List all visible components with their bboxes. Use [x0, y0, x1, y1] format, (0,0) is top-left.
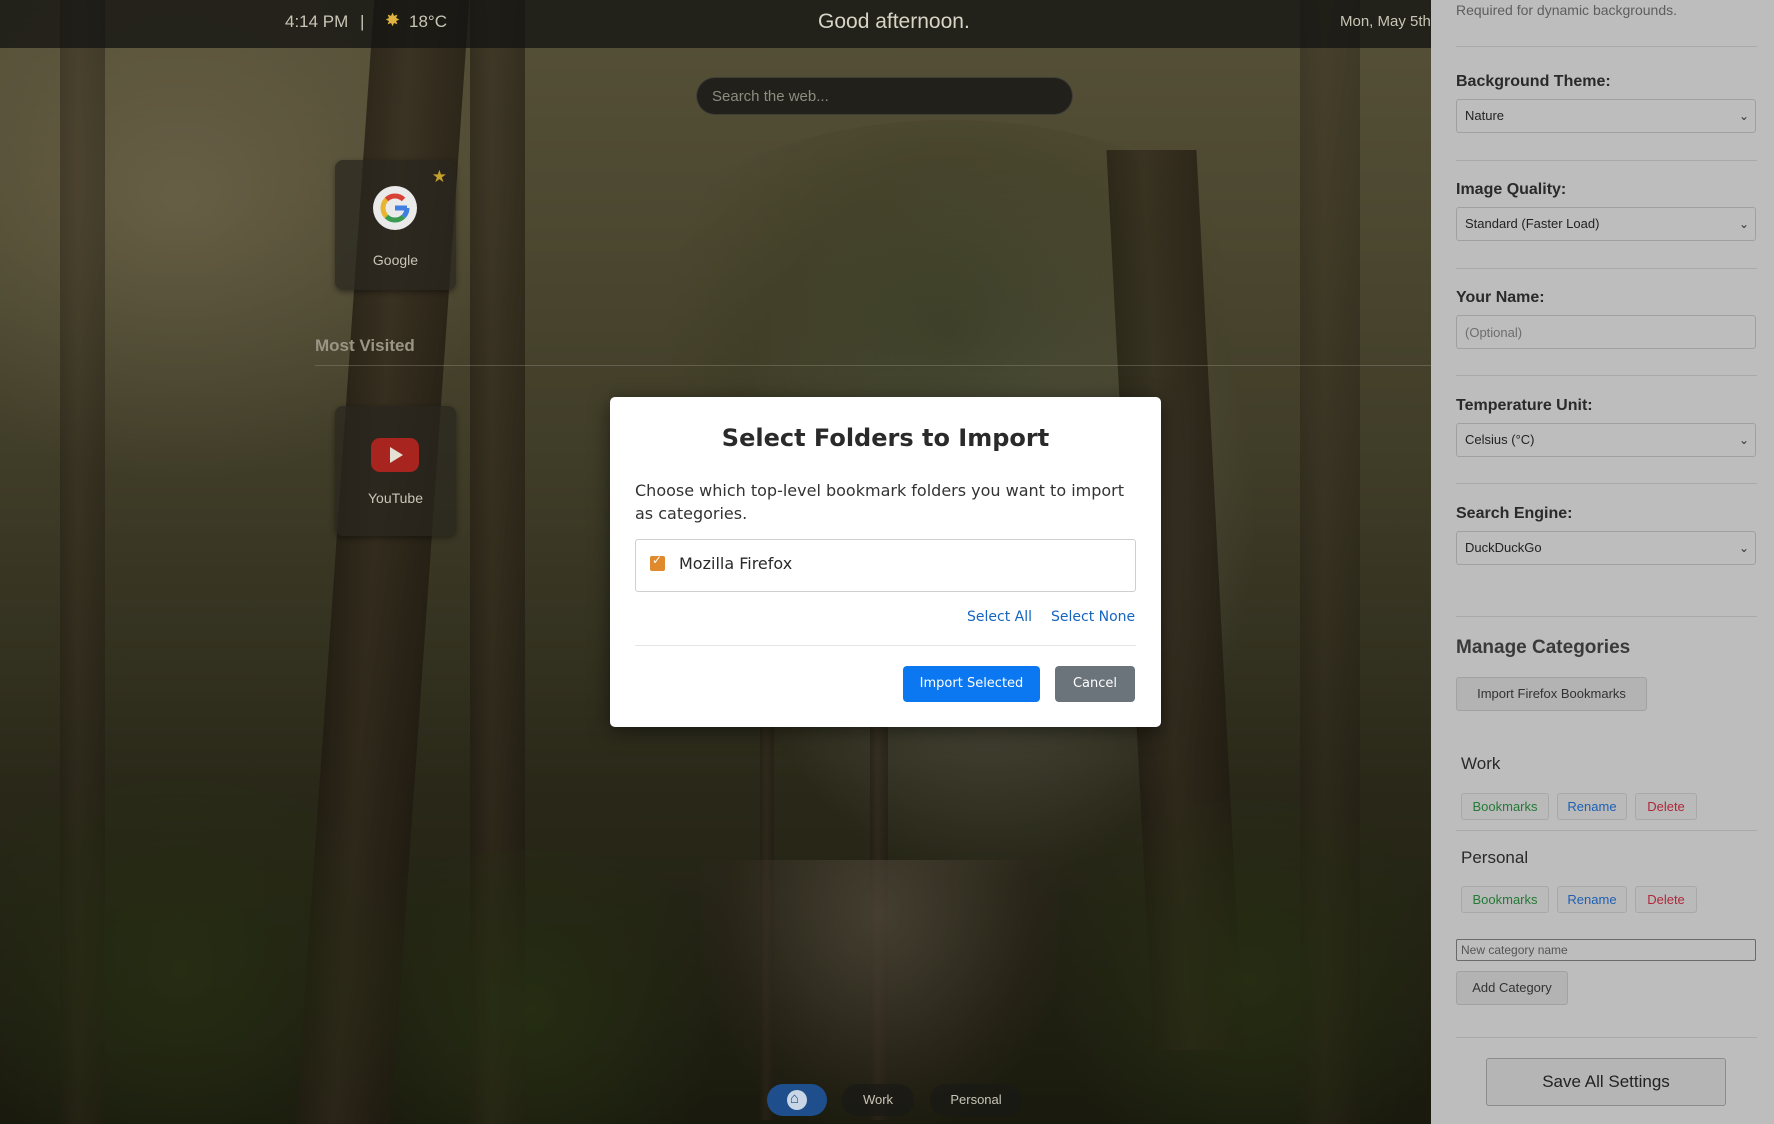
star-icon[interactable]: ★: [432, 167, 447, 187]
divider: [1456, 160, 1757, 161]
divider: [1456, 375, 1757, 376]
background-note: Required for dynamic backgrounds.: [1456, 2, 1678, 18]
temperature-unit-value: Celsius (°C): [1465, 432, 1535, 447]
category-rename-button[interactable]: Rename: [1557, 793, 1627, 820]
google-icon: [373, 186, 417, 230]
chevron-down-icon: ⌄: [1738, 433, 1749, 447]
chevron-down-icon: ⌄: [1738, 541, 1749, 555]
category-bookmarks-button[interactable]: Bookmarks: [1461, 793, 1549, 820]
dialog-divider: [635, 645, 1136, 646]
nav-tab-work[interactable]: Work: [842, 1084, 914, 1116]
youtube-icon: [371, 438, 419, 472]
import-selected-button[interactable]: Import Selected: [903, 666, 1040, 702]
temperature-unit-label: Temperature Unit:: [1456, 397, 1593, 414]
select-all-link[interactable]: Select All: [967, 609, 1032, 625]
folder-checkbox[interactable]: [650, 553, 665, 571]
temperature: 18°C: [409, 12, 447, 31]
divider: [1456, 616, 1757, 617]
select-none-link[interactable]: Select None: [1051, 609, 1135, 625]
image-quality-value: Standard (Faster Load): [1465, 216, 1600, 231]
temperature-unit-select[interactable]: Celsius (°C) ⌄: [1456, 423, 1756, 457]
folder-name: Mozilla Firefox: [679, 554, 793, 573]
bookmark-label: Google: [372, 252, 419, 268]
search-input[interactable]: [696, 77, 1073, 115]
manage-categories-title: Manage Categories: [1456, 637, 1631, 658]
divider: [1456, 46, 1757, 47]
nav-home-button[interactable]: [767, 1083, 827, 1116]
greeting: Good afternoon.: [818, 10, 970, 33]
search-engine-select[interactable]: DuckDuckGo ⌄: [1456, 531, 1756, 565]
image-quality-label: Image Quality:: [1456, 181, 1567, 198]
bookmark-label: YouTube: [367, 490, 423, 506]
new-category-input[interactable]: [1456, 939, 1756, 961]
search-engine-label: Search Engine:: [1456, 505, 1573, 522]
add-category-button[interactable]: Add Category: [1456, 971, 1568, 1005]
bookmark-tile-youtube[interactable]: YouTube: [335, 406, 456, 536]
top-bar: 4:14 PM | ✸ 18°C Good afternoon. Mon, Ma…: [0, 0, 1431, 48]
chevron-down-icon: ⌄: [1738, 217, 1749, 231]
import-firefox-button[interactable]: Import Firefox Bookmarks: [1456, 677, 1647, 711]
background-theme-label: Background Theme:: [1456, 73, 1611, 90]
category-bookmarks-button[interactable]: Bookmarks: [1461, 886, 1549, 913]
your-name-field[interactable]: [1456, 315, 1756, 349]
date: Mon, May 5th: [1340, 13, 1431, 30]
category-rename-button[interactable]: Rename: [1557, 886, 1627, 913]
settings-panel: Required for dynamic backgrounds. Backgr…: [1431, 0, 1774, 1124]
image-quality-select[interactable]: Standard (Faster Load) ⌄: [1456, 207, 1756, 241]
bookmark-tile-google[interactable]: ★ Google: [335, 160, 456, 290]
your-name-label: Your Name:: [1456, 289, 1545, 306]
search-engine-value: DuckDuckGo: [1465, 540, 1542, 555]
chevron-down-icon: ⌄: [1738, 109, 1749, 123]
divider: [1456, 1037, 1757, 1038]
cancel-button[interactable]: Cancel: [1055, 666, 1135, 702]
sun-icon: ✸: [385, 10, 401, 30]
most-visited-title: Most Visited: [315, 336, 415, 355]
dialog-description: Choose which top-level bookmark folders …: [635, 481, 1125, 523]
nav-tab-personal[interactable]: Personal: [930, 1084, 1022, 1116]
home-icon: [787, 1083, 807, 1115]
save-all-settings-button[interactable]: Save All Settings: [1486, 1058, 1726, 1106]
topbar-separator: |: [360, 12, 365, 31]
category-name-personal: Personal: [1461, 848, 1529, 867]
background-theme-value: Nature: [1465, 108, 1505, 123]
divider: [1456, 483, 1757, 484]
clock: 4:14 PM: [285, 12, 349, 31]
category-name-work: Work: [1461, 754, 1501, 773]
category-delete-button[interactable]: Delete: [1635, 886, 1697, 913]
folder-list: Mozilla Firefox: [635, 539, 1136, 592]
dialog-title: Select Folders to Import: [721, 424, 1050, 452]
category-delete-button[interactable]: Delete: [1635, 793, 1697, 820]
section-divider: [315, 365, 1431, 366]
import-folders-dialog: Select Folders to Import Choose which to…: [610, 397, 1161, 727]
background-theme-select[interactable]: Nature ⌄: [1456, 99, 1756, 133]
divider: [1456, 830, 1757, 831]
divider: [1456, 268, 1757, 269]
